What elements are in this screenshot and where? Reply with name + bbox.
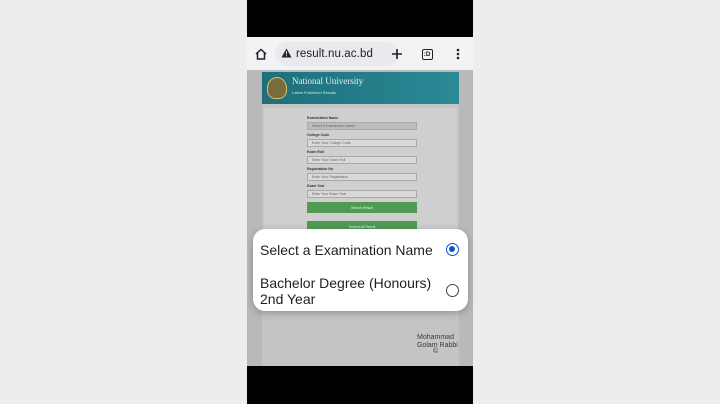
watermark-line: Mohammad bbox=[417, 334, 454, 341]
examination-select[interactable]: Select a Examination Name bbox=[307, 122, 417, 130]
new-tab-icon[interactable] bbox=[387, 44, 407, 64]
field-label: College Code bbox=[307, 133, 330, 137]
site-header: National University Latest Published Res… bbox=[262, 72, 459, 104]
address-bar[interactable]: result.nu.ac.bd bbox=[275, 42, 399, 66]
web-content: National University Latest Published Res… bbox=[247, 70, 473, 366]
exam-roll-input[interactable]: Enter Your Exam Roll bbox=[307, 156, 417, 164]
site-title: National University bbox=[292, 76, 364, 86]
radio-selected-icon[interactable] bbox=[446, 243, 459, 256]
site-subtitle: Latest Published Results bbox=[292, 90, 337, 95]
right-backdrop bbox=[473, 0, 720, 404]
radio-unselected-icon[interactable] bbox=[446, 284, 459, 297]
tab-count: :D bbox=[421, 48, 433, 60]
dialog-option[interactable]: Bachelor Degree (Honours) 2nd Year bbox=[253, 269, 468, 311]
tab-switcher-button[interactable]: :D bbox=[417, 44, 437, 64]
url-text: result.nu.ac.bd bbox=[296, 48, 373, 60]
search-result-button[interactable]: Search Result bbox=[307, 202, 417, 213]
watermark-line: Golam Rabbi bbox=[417, 342, 458, 349]
dialog-option[interactable]: Select a Examination Name bbox=[253, 229, 468, 267]
browser-toolbar: result.nu.ac.bd :D bbox=[247, 37, 473, 70]
page-container: National University Latest Published Res… bbox=[262, 72, 459, 366]
option-label: Bachelor Degree (Honours) 2nd Year bbox=[260, 275, 432, 307]
exam-year-input[interactable]: Enter Your Exam Year bbox=[307, 190, 417, 198]
registration-input[interactable]: Enter Your Registration bbox=[307, 173, 417, 181]
bottom-black-bar bbox=[247, 366, 473, 404]
exam-select-dialog: Select a Examination Name Bachelor Degre… bbox=[253, 229, 468, 311]
college-code-input[interactable]: Enter Your College Code bbox=[307, 139, 417, 147]
field-label: Examination Name bbox=[307, 116, 339, 120]
home-icon[interactable] bbox=[251, 44, 271, 64]
left-backdrop bbox=[0, 0, 247, 404]
warning-icon[interactable] bbox=[281, 45, 292, 63]
field-label: Registration No bbox=[307, 167, 334, 171]
option-label: Select a Examination Name bbox=[260, 242, 433, 258]
watermark: Mohammad Golam Rabbi bbox=[417, 334, 465, 350]
more-menu-icon[interactable] bbox=[448, 44, 468, 64]
field-label: Exam Roll bbox=[307, 150, 324, 154]
university-logo-icon bbox=[267, 77, 287, 99]
field-label: Exam Year bbox=[307, 184, 325, 188]
copyright-icon: © bbox=[433, 348, 439, 355]
